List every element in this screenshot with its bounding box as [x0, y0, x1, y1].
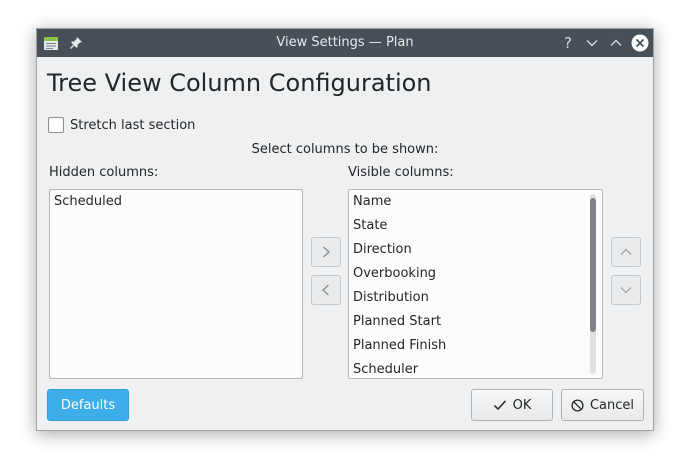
- ok-button-label: OK: [512, 397, 532, 413]
- hidden-columns-list[interactable]: Scheduled: [49, 189, 303, 379]
- list-item[interactable]: Scheduler: [349, 358, 602, 378]
- list-item[interactable]: Overbooking: [349, 262, 602, 286]
- list-item[interactable]: Scheduled: [50, 190, 302, 214]
- list-item[interactable]: State: [349, 214, 602, 238]
- checkmark-icon: [493, 399, 507, 411]
- list-item[interactable]: Planned Finish: [349, 334, 602, 358]
- move-to-hidden-button[interactable]: [311, 275, 341, 305]
- stretch-last-section-checkbox[interactable]: [48, 117, 64, 133]
- chevron-up-icon: [620, 248, 632, 255]
- scrollbar-thumb[interactable]: [590, 198, 596, 332]
- page-title: Tree View Column Configuration: [47, 69, 432, 97]
- chevron-left-icon: [322, 284, 329, 296]
- minimize-button[interactable]: [583, 34, 601, 52]
- list-item[interactable]: Direction: [349, 238, 602, 262]
- chevron-right-icon: [323, 246, 330, 258]
- chevron-down-icon: [620, 287, 632, 294]
- maximize-button[interactable]: [607, 34, 625, 52]
- list-item[interactable]: Planned Start: [349, 310, 602, 334]
- close-button[interactable]: [631, 34, 649, 52]
- chevron-up-icon: [610, 39, 622, 46]
- visible-columns-scrollbar[interactable]: [590, 194, 596, 374]
- cancel-button[interactable]: Cancel: [561, 389, 644, 421]
- defaults-button[interactable]: Defaults: [47, 389, 129, 421]
- cancel-button-label: Cancel: [589, 397, 635, 413]
- stretch-last-section-option[interactable]: Stretch last section: [48, 116, 195, 134]
- ok-button[interactable]: OK: [471, 389, 553, 421]
- pin-icon[interactable]: [68, 35, 84, 51]
- title-bar[interactable]: View Settings — Plan ?: [37, 29, 653, 57]
- cancel-circle-icon: [571, 398, 584, 412]
- hidden-columns-label: Hidden columns:: [49, 165, 159, 180]
- move-up-button[interactable]: [611, 237, 641, 267]
- list-item[interactable]: Name: [349, 190, 602, 214]
- visible-columns-label: Visible columns:: [348, 165, 454, 180]
- chevron-down-icon: [586, 40, 598, 47]
- list-item[interactable]: Distribution: [349, 286, 602, 310]
- calendar-app-icon[interactable]: [43, 35, 59, 51]
- move-down-button[interactable]: [611, 275, 641, 305]
- window-title: View Settings — Plan: [276, 35, 414, 50]
- stretch-last-section-label[interactable]: Stretch last section: [70, 118, 195, 133]
- defaults-button-label: Defaults: [60, 397, 116, 413]
- move-to-visible-button[interactable]: [311, 237, 341, 267]
- view-settings-dialog: View Settings — Plan ? Tree View Column …: [36, 28, 654, 431]
- close-icon: [631, 34, 649, 52]
- help-button[interactable]: ?: [559, 34, 577, 52]
- visible-columns-list[interactable]: Name State Direction Overbooking Distrib…: [348, 189, 603, 379]
- select-columns-label: Select columns to be shown:: [251, 142, 439, 157]
